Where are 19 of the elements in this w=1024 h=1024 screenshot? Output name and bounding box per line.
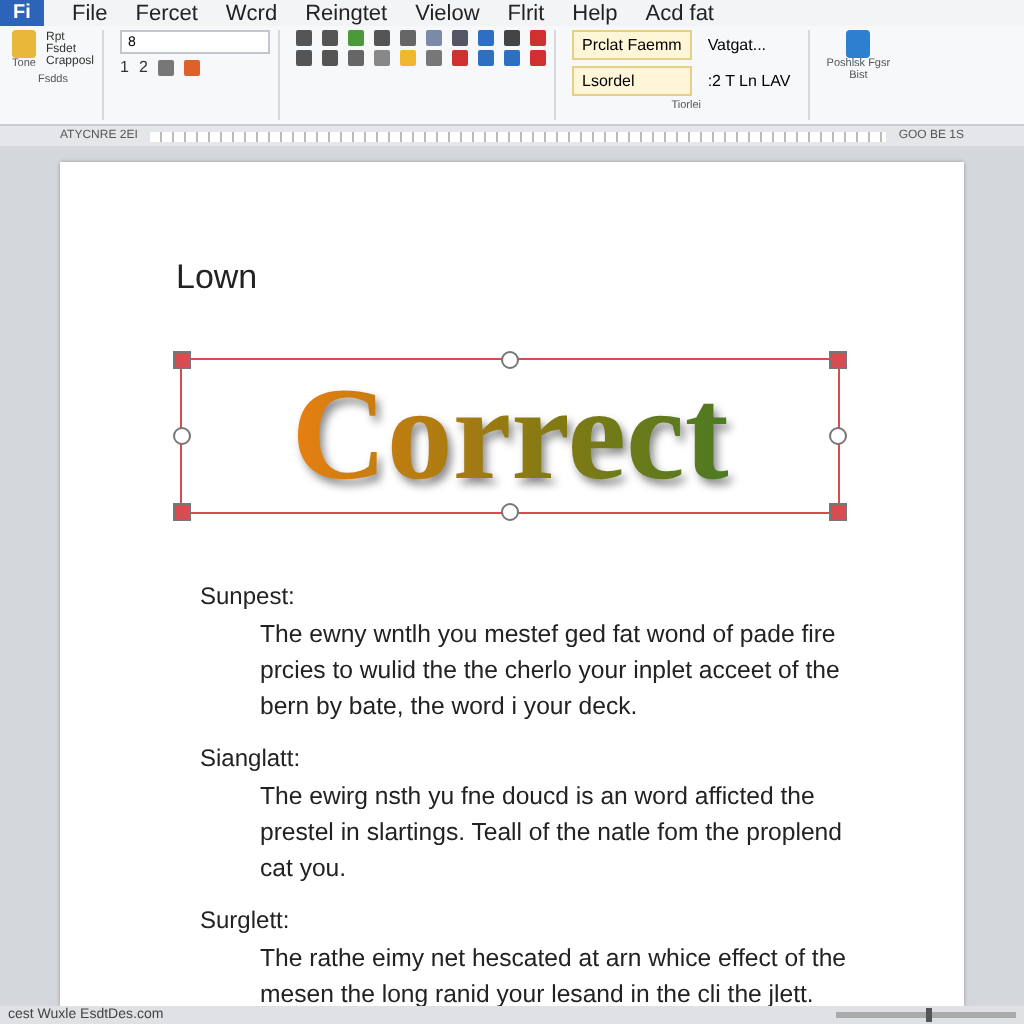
menu-item[interactable]: Acd fat — [645, 1, 714, 25]
menu-item[interactable]: Wcrd — [225, 1, 278, 25]
style-option[interactable]: Prclat Faemm — [572, 30, 692, 60]
menu-item[interactable]: Vielow — [415, 1, 480, 25]
menu-item[interactable]: Fercet — [135, 1, 198, 25]
toolbar-button[interactable]: 1 — [120, 58, 129, 76]
menu-item[interactable]: Reingtet — [305, 1, 388, 25]
menu-item[interactable]: Flrit — [507, 1, 545, 25]
section-paragraph: The ewny wntlh you mestef ged fat wond of pade fire prcies to wulid the the cherlo your inplet acceet of the bern by bate, the word i your deck. — [258, 618, 842, 724]
section-title: Sunpest: — [200, 582, 297, 610]
menu-item[interactable]: File — [72, 1, 108, 25]
document-heading: Lown — [176, 258, 260, 298]
menu-item[interactable]: Help — [572, 1, 618, 25]
style-option[interactable]: Lsordel — [572, 66, 692, 96]
app-tab[interactable]: Fi — [0, 0, 44, 26]
section-title: Sianglatt: — [200, 744, 303, 772]
section-title: Surglett: — [200, 906, 292, 934]
section-paragraph: The ewirg nsth yu fne doucd is an word afficted the prestel in slartings. Teall of the natle fom the proplend cat you. — [258, 780, 844, 886]
toolbar-button[interactable]: 2 — [138, 58, 148, 76]
